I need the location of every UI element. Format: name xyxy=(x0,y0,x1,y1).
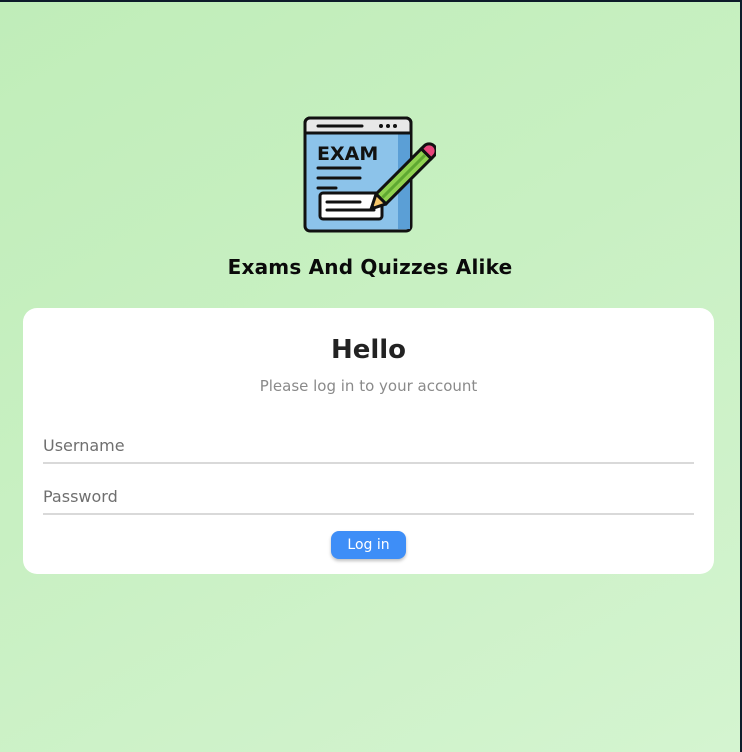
password-input[interactable] xyxy=(43,479,694,515)
login-subtitle: Please log in to your account xyxy=(259,377,478,395)
login-button[interactable]: Log in xyxy=(331,531,406,559)
username-input[interactable] xyxy=(43,428,694,464)
logo-exam-text: EXAM xyxy=(317,143,378,165)
exam-logo-icon: EXAM xyxy=(303,116,436,233)
app-title: Exams And Quizzes Alike xyxy=(227,255,513,279)
login-heading: Hello xyxy=(330,335,407,365)
login-card: Hello Please log in to your account Log … xyxy=(23,308,714,574)
